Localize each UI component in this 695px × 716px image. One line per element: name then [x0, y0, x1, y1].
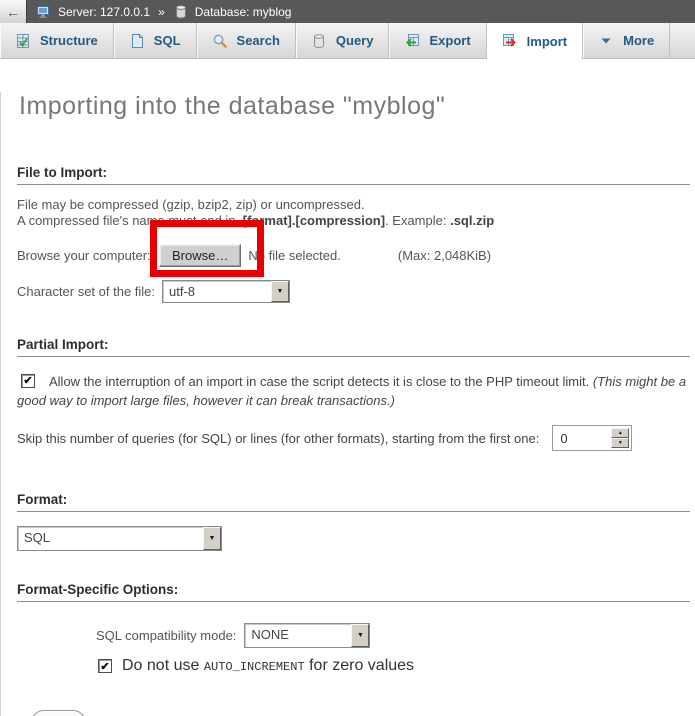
checkmark-icon: ✔ — [100, 660, 109, 673]
auto-increment-prefix: Do not use — [122, 657, 204, 674]
tab-label: Search — [237, 33, 280, 48]
max-upload-size: (Max: 2,048KiB) — [398, 248, 491, 263]
submit-row: Go — [31, 710, 695, 716]
tab-export[interactable]: Export — [389, 23, 486, 58]
dropdown-arrow-icon: ▼ — [203, 527, 221, 550]
no-file-selected-text: No file selected. — [248, 248, 341, 263]
compression-line: File may be compressed (gzip, bzip2, zip… — [17, 197, 365, 212]
back-button[interactable]: ← — [0, 0, 27, 23]
dropdown-arrow-icon: ▼ — [351, 624, 369, 647]
spinner-down-button[interactable]: ▼ — [611, 438, 629, 448]
checkmark-icon: ✔ — [23, 372, 32, 391]
breadcrumb-bar: ← Server: 127.0.0.1 » Database: myblog — [0, 0, 695, 23]
breadcrumb-database-link[interactable]: Database: myblog — [195, 5, 292, 19]
partial-import-heading: Partial Import: — [17, 337, 690, 357]
allow-interrupt-checkbox[interactable]: ✔ — [21, 374, 35, 388]
format-specific-heading: Format-Specific Options: — [17, 582, 690, 602]
charset-label: Character set of the file: — [17, 284, 162, 299]
tab-import[interactable]: Import — [487, 23, 583, 59]
tab-label: Query — [336, 33, 374, 48]
charset-select-value: utf-8 — [163, 281, 271, 302]
sql-compatibility-value: NONE — [245, 624, 351, 647]
tab-search[interactable]: Search — [197, 23, 296, 58]
breadcrumb-server-link[interactable]: Server: 127.0.0.1 — [58, 5, 150, 19]
sql-compatibility-row: SQL compatibility mode: NONE ▼ — [96, 623, 695, 648]
name-rule-mid: . Example: — [385, 213, 450, 228]
sql-compatibility-label: SQL compatibility mode: — [96, 628, 236, 643]
tab-query[interactable]: Query — [296, 23, 390, 58]
tab-label: Structure — [40, 33, 98, 48]
allow-interrupt-row: ✔ Allow the interruption of an import in… — [17, 372, 695, 410]
browse-label: Browse your computer: — [17, 248, 159, 263]
tab-structure[interactable]: Structure — [0, 23, 114, 58]
page-title: Importing into the database "myblog" — [19, 92, 695, 121]
tab-bar: Structure SQL Search Query Export — [0, 23, 695, 59]
format-select[interactable]: SQL ▼ — [17, 526, 222, 551]
tab-more[interactable]: More — [583, 23, 670, 58]
structure-icon — [15, 33, 31, 49]
skip-queries-label: Skip this number of queries (for SQL) or… — [17, 431, 539, 446]
spinner-down-icon: ▼ — [618, 440, 623, 446]
query-icon — [311, 33, 327, 49]
skip-queries-stepper[interactable]: 0 ▲ ▼ — [552, 425, 632, 451]
name-rule-prefix: A compressed file's name must end in — [17, 213, 239, 228]
sql-compatibility-select[interactable]: NONE ▼ — [244, 623, 370, 648]
database-icon — [173, 4, 189, 20]
file-to-import-heading: File to Import: — [17, 165, 690, 185]
file-upload-row: Browse your computer: Browse… No file se… — [17, 244, 695, 267]
browse-button[interactable]: Browse… — [159, 244, 241, 267]
more-chevron-icon — [598, 33, 614, 49]
spinner-up-button[interactable]: ▲ — [611, 428, 629, 438]
charset-row: Character set of the file: utf-8 ▼ — [17, 280, 695, 303]
auto-increment-row: ✔ Do not use AUTO_INCREMENT for zero val… — [98, 657, 695, 675]
tab-label: Export — [429, 33, 470, 48]
tab-label: Import — [527, 34, 567, 49]
breadcrumb: Server: 127.0.0.1 » Database: myblog — [36, 4, 291, 20]
tab-label: More — [623, 33, 654, 48]
spinner-up-icon: ▲ — [618, 430, 623, 436]
go-button[interactable]: Go — [31, 710, 86, 716]
auto-increment-suffix: for zero values — [305, 657, 414, 674]
dropdown-arrow-icon: ▼ — [271, 281, 289, 302]
breadcrumb-separator: » — [158, 5, 165, 19]
import-icon — [502, 33, 518, 49]
allow-interrupt-text: Allow the interruption of an import in c… — [49, 374, 593, 389]
skip-queries-value: 0 — [555, 428, 611, 448]
export-icon — [404, 33, 420, 49]
name-rule-pattern: .[format].[compression] — [239, 213, 385, 228]
sql-icon — [129, 33, 145, 49]
phpmyadmin-import-page: ← Server: 127.0.0.1 » Database: myblog S… — [0, 0, 695, 716]
auto-increment-text: Do not use AUTO_INCREMENT for zero value… — [122, 657, 414, 675]
skip-queries-row: Skip this number of queries (for SQL) or… — [17, 425, 695, 451]
tab-sql[interactable]: SQL — [114, 23, 197, 58]
auto-increment-checkbox[interactable]: ✔ — [98, 659, 112, 673]
format-heading: Format: — [17, 492, 690, 512]
charset-select[interactable]: utf-8 ▼ — [162, 280, 290, 303]
tab-label: SQL — [154, 33, 181, 48]
search-icon — [212, 33, 228, 49]
format-select-value: SQL — [18, 527, 203, 550]
auto-increment-code: AUTO_INCREMENT — [204, 660, 305, 674]
main-content: Importing into the database "myblog" Fil… — [0, 92, 695, 716]
name-rule-example: .sql.zip — [450, 213, 494, 228]
server-icon — [36, 4, 52, 20]
back-arrow-icon: ← — [6, 5, 20, 19]
compression-note: File may be compressed (gzip, bzip2, zip… — [17, 197, 695, 229]
